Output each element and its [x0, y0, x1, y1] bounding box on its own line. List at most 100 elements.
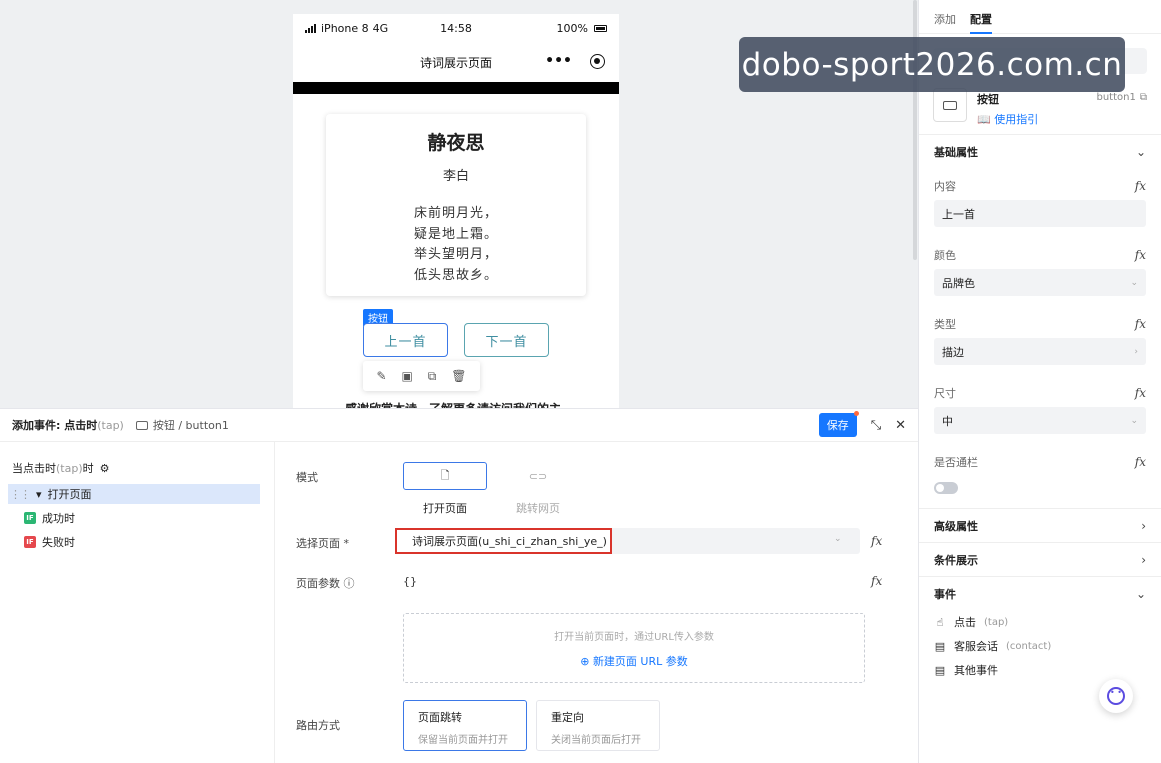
fx-icon[interactable]: fx	[1135, 386, 1146, 400]
chevron-right-icon: ›	[1141, 518, 1146, 533]
action-config: 模式 🗋 ⊂⊃ 打开页面 跳转网页 选择页面 * 诗词展示页面(u_shi_ci…	[276, 442, 918, 763]
next-poem-button[interactable]: 下一首	[464, 323, 549, 357]
battery-label: 100%	[556, 21, 588, 35]
route-redirect[interactable]: 重定向 关闭当前页面后打开	[536, 700, 660, 751]
edit-icon[interactable]: ✎	[376, 369, 386, 383]
poem-lines: 床前明月光， 疑是地上霜。 举头望明月， 低头思故乡。	[326, 204, 586, 286]
prop-content-label: 内容	[934, 180, 956, 193]
expand-icon[interactable]: ⤡	[871, 418, 881, 433]
chevron-right-icon: ›	[1141, 552, 1146, 567]
component-path: 按钮 / button1	[135, 417, 229, 433]
fullwidth-toggle[interactable]	[934, 482, 958, 494]
advanced-props-header[interactable]: 高级属性 ›	[919, 508, 1161, 542]
carrier-label: iPhone 8	[321, 21, 369, 35]
chevron-down-icon: ⌄	[834, 534, 842, 544]
if-success-icon: IF	[24, 512, 36, 524]
tree-action-open-page[interactable]: ⋮⋮ ▾ 打开页面	[8, 484, 260, 504]
events-header[interactable]: 事件 ⌄	[919, 576, 1161, 610]
route-label: 路由方式	[296, 719, 340, 732]
mode-jump-label: 跳转网页	[516, 502, 560, 515]
poem-author: 李白	[442, 169, 469, 184]
color-select[interactable]: 品牌色 ⌄	[934, 269, 1146, 296]
event-tree: 当点击时(tap)时 ⚙ ⋮⋮ ▾ 打开页面 IF 成功时 IF 失败时	[0, 442, 275, 763]
component-name: 按钮	[977, 93, 999, 106]
event-other[interactable]: ▤ 其他事件	[919, 658, 1161, 682]
tab-add[interactable]: 添加	[934, 11, 956, 33]
chevron-down-icon: ⌄	[1130, 277, 1138, 288]
event-panel-header: 添加事件: 点击时(tap) 按钮 / button1 保存 ⤡ ✕	[0, 409, 918, 442]
signal-icon	[305, 23, 316, 33]
gear-icon[interactable]: ⚙	[100, 462, 110, 475]
caret-down-icon[interactable]: ▾	[36, 488, 42, 501]
size-select[interactable]: 中 ⌄	[934, 407, 1146, 434]
usage-guide-link[interactable]: 📖 使用指引	[977, 111, 1038, 127]
delete-icon[interactable]: 🗑	[451, 369, 466, 383]
link-icon: ⊂⊃	[528, 469, 548, 483]
battery-icon	[594, 24, 607, 32]
calendar-icon: ▤	[934, 663, 946, 677]
fx-icon[interactable]: fx	[1135, 179, 1146, 193]
status-bar: iPhone 8 4G 14:58 100%	[293, 14, 619, 42]
help-icon[interactable]: ⓘ	[344, 577, 355, 590]
prop-fullwidth: 是否通栏 fx	[919, 448, 1161, 508]
page-params-value: {}	[403, 575, 417, 588]
watermark: dobo-sport2026.com.cn	[739, 37, 1125, 92]
close-icon[interactable]: ✕	[895, 418, 906, 433]
nav-bar: 诗词展示页面 •••	[293, 42, 619, 82]
prop-size: 尺寸 fx 中 ⌄	[919, 379, 1161, 434]
component-toolbar: ✎ ▣ ⧉ 🗑	[363, 361, 480, 391]
drag-handle-icon[interactable]: ⋮⋮	[10, 488, 31, 501]
fx-icon[interactable]: fx	[1135, 455, 1146, 469]
prev-poem-button[interactable]: 上一首	[363, 323, 448, 357]
page-params-label: 页面参数 ⓘ	[296, 577, 355, 590]
tree-fail[interactable]: IF 失败时	[24, 531, 274, 553]
chevron-right-icon: ›	[1134, 346, 1138, 357]
assistant-bot-button[interactable]	[1099, 679, 1133, 713]
copy-icon[interactable]: ⧉	[428, 369, 437, 384]
if-fail-icon: IF	[24, 536, 36, 548]
book-icon: 📖	[977, 113, 991, 126]
mode-open-page[interactable]: 🗋	[403, 462, 487, 490]
copy-id-icon[interactable]: ⧉	[1140, 92, 1147, 103]
poem-line: 疑是地上霜。	[413, 226, 498, 242]
conditional-display-header[interactable]: 条件展示 ›	[919, 542, 1161, 576]
fx-icon[interactable]: fx	[1135, 317, 1146, 331]
event-panel: 添加事件: 点击时(tap) 按钮 / button1 保存 ⤡ ✕ 当点击时(…	[0, 408, 918, 763]
component-id: button1 ⧉	[1096, 92, 1148, 103]
chevron-down-icon: ⌄	[1135, 144, 1146, 159]
more-icon[interactable]: •••	[545, 53, 572, 69]
poem-line: 举头望明月，	[413, 247, 498, 262]
image-strip	[293, 82, 619, 94]
poem-line: 低头思故乡。	[413, 267, 498, 283]
basic-props-header[interactable]: 基础属性 ⌄	[919, 134, 1161, 168]
fx-icon[interactable]: fx	[871, 534, 882, 548]
mode-jump-web[interactable]: ⊂⊃	[496, 462, 580, 490]
prop-type-label: 类型	[934, 318, 956, 331]
plus-circle-icon: ⊕	[580, 655, 590, 668]
config-tabs: 添加 配置	[919, 0, 1161, 34]
nav-title: 诗词展示页面	[419, 55, 492, 70]
fx-icon[interactable]: fx	[1135, 248, 1146, 262]
button-component-icon	[135, 420, 148, 430]
fx-icon[interactable]: fx	[871, 574, 882, 588]
params-dropzone: 打开当前页面时，通过URL传入参数 ⊕ 新建页面 URL 参数	[403, 613, 865, 683]
add-url-param-button[interactable]: ⊕ 新建页面 URL 参数	[404, 653, 864, 669]
save-icon[interactable]: ▣	[401, 369, 412, 383]
page-select-value[interactable]: 诗词展示页面(u_shi_ci_zhan_shi_ye_)	[395, 528, 612, 554]
button-component-icon	[933, 88, 967, 122]
prop-content: 内容 fx 上一首	[919, 172, 1161, 227]
route-push[interactable]: 页面跳转 保留当前页面并打开	[403, 700, 527, 751]
mode-open-label: 打开页面	[423, 502, 467, 515]
content-input[interactable]: 上一首	[934, 200, 1146, 227]
calendar-icon: ▤	[934, 639, 946, 653]
capsule-close-icon[interactable]	[590, 53, 605, 69]
chevron-down-icon: ⌄	[1130, 415, 1138, 426]
phone-preview: iPhone 8 4G 14:58 100% 诗词展示页面 ••• 静夜思 李白…	[293, 14, 619, 408]
footer-text: 感谢欣赏本诗，了解更多请访问我们的主	[345, 400, 561, 408]
save-button[interactable]: 保存	[818, 411, 859, 437]
event-tap[interactable]: ☝ 点击 (tap)	[919, 610, 1161, 634]
tree-success[interactable]: IF 成功时	[24, 507, 274, 529]
event-contact[interactable]: ▤ 客服会话 (contact)	[919, 634, 1161, 658]
type-select[interactable]: 描边 ›	[934, 338, 1146, 365]
tab-config[interactable]: 配置	[970, 11, 992, 34]
